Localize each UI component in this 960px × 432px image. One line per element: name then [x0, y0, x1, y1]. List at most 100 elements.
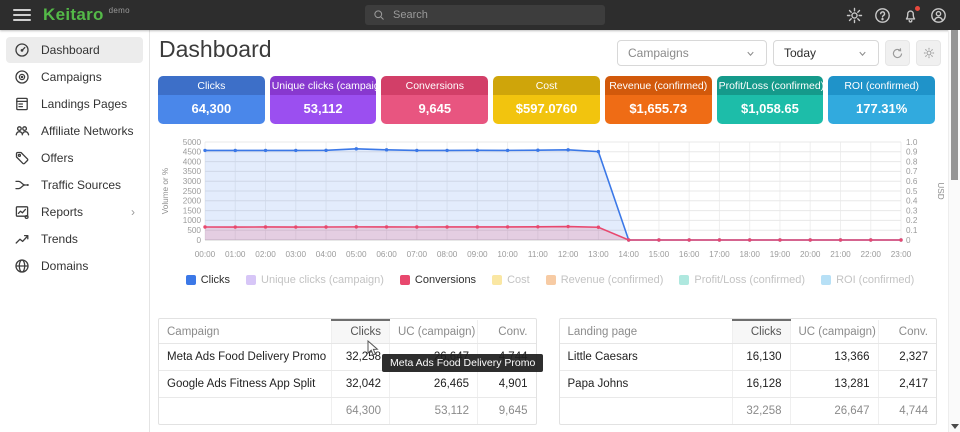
sidebar-item-affiliate-networks[interactable]: Affiliate Networks	[6, 118, 143, 144]
footer-total-cell: 4,744	[878, 398, 936, 425]
svg-text:0.6: 0.6	[906, 177, 918, 186]
column-header-conv[interactable]: Conv.	[878, 320, 936, 344]
refresh-button[interactable]	[885, 40, 910, 66]
landings-icon	[14, 96, 30, 112]
svg-text:0: 0	[196, 236, 201, 245]
footer-total-cell	[560, 398, 733, 425]
stat-card-profit-loss-confirmed[interactable]: Profit/Loss (confirmed)$1,058.65	[717, 76, 824, 124]
sidebar-item-reports[interactable]: Reports›	[6, 199, 143, 225]
help-icon[interactable]	[874, 7, 891, 24]
sidebar-item-label: Campaigns	[41, 70, 102, 84]
svg-text:12:00: 12:00	[558, 250, 579, 259]
column-header-clicks[interactable]: Clicks	[732, 320, 790, 344]
notifications-icon[interactable]	[902, 7, 919, 24]
svg-text:08:00: 08:00	[437, 250, 458, 259]
settings-icon[interactable]	[846, 7, 863, 24]
dashboard-settings-button[interactable]	[916, 40, 941, 66]
sidebar-item-traffic-sources[interactable]: Traffic Sources	[6, 172, 143, 198]
scrollbar-down-arrow[interactable]	[951, 424, 959, 429]
footer-total-cell	[159, 398, 332, 425]
stat-card-label: Clicks	[158, 76, 265, 95]
svg-text:USD: USD	[936, 182, 945, 199]
notification-dot	[915, 6, 920, 11]
column-header-conv[interactable]: Conv.	[478, 320, 536, 344]
stat-card-conversions[interactable]: Conversions9,645	[381, 76, 488, 124]
scrollbar[interactable]	[948, 30, 960, 432]
legend-item-roi-confirmed[interactable]: ROI (confirmed)	[821, 274, 914, 286]
legend-item-unique-clicks-campaign[interactable]: Unique clicks (campaign)	[246, 274, 384, 286]
svg-text:500: 500	[187, 226, 201, 235]
svg-text:4500: 4500	[183, 148, 202, 157]
reports-icon	[14, 204, 30, 220]
sidebar-item-domains[interactable]: Domains	[6, 253, 143, 279]
column-header-uc-campaign[interactable]: UC (campaign)	[390, 320, 478, 344]
svg-text:19:00: 19:00	[770, 250, 791, 259]
gear-icon	[923, 47, 935, 59]
search-box[interactable]	[365, 5, 605, 25]
search-input[interactable]	[391, 8, 575, 22]
traffic-chart-canvas: 0500100015002000250030003500400045005000…	[159, 136, 945, 264]
stat-card-unique-clicks-campaign[interactable]: Unique clicks (campaign)53,112	[270, 76, 377, 124]
svg-text:18:00: 18:00	[739, 250, 760, 259]
sidebar-item-offers[interactable]: Offers	[6, 145, 143, 171]
table-row[interactable]: Little Caesars16,13013,3662,327	[560, 344, 937, 371]
sidebar-item-landings-pages[interactable]: Landings Pages	[6, 91, 143, 117]
column-header-landing-page[interactable]: Landing page	[560, 320, 733, 344]
campaign-filter-select[interactable]: Campaigns	[617, 40, 767, 66]
stat-card-cost[interactable]: Cost$597.0760	[493, 76, 600, 124]
domains-icon	[14, 258, 30, 274]
stat-card-value: 53,112	[270, 95, 377, 124]
svg-text:0: 0	[906, 236, 911, 245]
stat-cards: Clicks64,300Unique clicks (campaign)53,1…	[158, 76, 935, 124]
legend-swatch	[546, 275, 556, 285]
sidebar-item-trends[interactable]: Trends	[6, 226, 143, 252]
svg-text:01:00: 01:00	[225, 250, 246, 259]
date-range-select[interactable]: Today	[773, 40, 879, 66]
column-header-uc-campaign[interactable]: UC (campaign)	[790, 320, 878, 344]
svg-text:4000: 4000	[183, 157, 202, 166]
column-header-campaign[interactable]: Campaign	[159, 320, 332, 344]
logo-text: Keitaro	[43, 5, 104, 25]
stat-card-label: Conversions	[381, 76, 488, 95]
row-value-cell: 13,281	[790, 371, 878, 398]
dashboard-icon	[14, 42, 30, 58]
svg-text:20:00: 20:00	[800, 250, 821, 259]
stat-card-clicks[interactable]: Clicks64,300	[158, 76, 265, 124]
svg-text:16:00: 16:00	[679, 250, 700, 259]
tooltip: Meta Ads Food Delivery Promo	[382, 354, 543, 372]
stat-card-label: Revenue (confirmed)	[605, 76, 712, 95]
svg-text:0.4: 0.4	[906, 197, 918, 206]
stat-card-value: $597.0760	[493, 95, 600, 124]
svg-text:Volume or %: Volume or %	[161, 168, 170, 214]
account-icon[interactable]	[930, 7, 947, 24]
sidebar-item-dashboard[interactable]: Dashboard	[6, 37, 143, 63]
app-logo[interactable]: Keitaro demo	[43, 5, 130, 25]
footer-total-cell: 9,645	[478, 398, 536, 425]
row-value-cell: 32,042	[332, 371, 390, 398]
legend-item-revenue-confirmed[interactable]: Revenue (confirmed)	[546, 274, 664, 286]
campaign-filter-value: Campaigns	[628, 46, 737, 60]
table-row[interactable]: Papa Johns16,12813,2812,417	[560, 371, 937, 398]
stat-card-value: $1,058.65	[717, 95, 824, 124]
stat-card-revenue-confirmed[interactable]: Revenue (confirmed)$1,655.73	[605, 76, 712, 124]
legend-label: Profit/Loss (confirmed)	[694, 274, 805, 286]
svg-text:02:00: 02:00	[255, 250, 276, 259]
legend-item-conversions[interactable]: Conversions	[400, 274, 476, 286]
legend-item-cost[interactable]: Cost	[492, 274, 530, 286]
scrollbar-thumb[interactable]	[951, 30, 958, 180]
table-landing-page: Landing pageClicksUC (campaign)Conv.Litt…	[559, 318, 938, 425]
sidebar-item-campaigns[interactable]: Campaigns	[6, 64, 143, 90]
row-value-cell: 2,327	[878, 344, 936, 371]
legend-item-clicks[interactable]: Clicks	[186, 274, 230, 286]
table-row[interactable]: Google Ads Fitness App Split32,04226,465…	[159, 371, 536, 398]
legend-label: Conversions	[415, 274, 476, 286]
search-icon	[373, 9, 385, 21]
svg-text:0.8: 0.8	[906, 157, 918, 166]
row-name-cell: Little Caesars	[560, 344, 733, 371]
stat-card-label: Cost	[493, 76, 600, 95]
stat-card-roi-confirmed[interactable]: ROI (confirmed)177.31%	[828, 76, 935, 124]
legend-item-profit-loss-confirmed[interactable]: Profit/Loss (confirmed)	[679, 274, 805, 286]
menu-icon[interactable]	[13, 9, 31, 21]
sidebar-item-label: Landings Pages	[41, 97, 127, 111]
column-header-clicks[interactable]: Clicks	[332, 320, 390, 344]
